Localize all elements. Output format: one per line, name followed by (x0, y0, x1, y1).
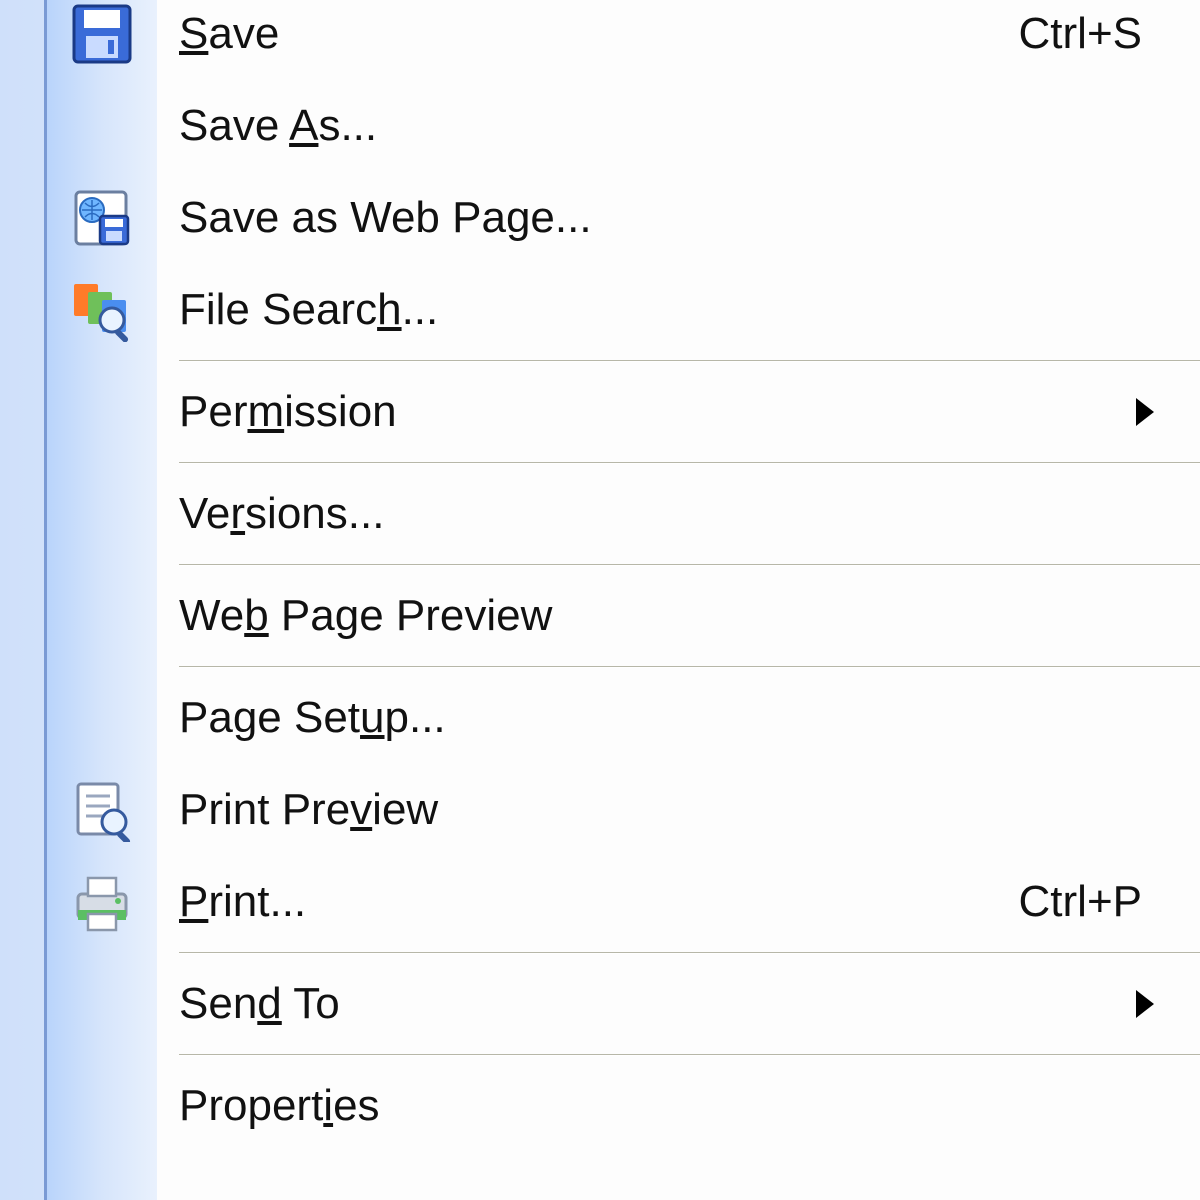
menu-item-label: Save (157, 9, 1019, 59)
menu-item-label: Page Setup... (157, 693, 1200, 743)
blank-slot (47, 80, 157, 172)
menu-item-print[interactable]: Print...Ctrl+P (47, 856, 1200, 948)
menu-item-save-as-web[interactable]: Save as Web Page... (47, 172, 1200, 264)
menu-item-save-as[interactable]: Save As... (47, 80, 1200, 172)
menu-separator (179, 1054, 1200, 1056)
menu-separator (179, 462, 1200, 464)
print-preview-icon-slot (47, 764, 157, 856)
submenu-arrow-icon (1136, 398, 1154, 426)
menu-item-label: Versions... (157, 489, 1200, 539)
file-menu: SaveCtrl+S Save As... Save as Web Page... F… (44, 0, 1200, 1200)
blank-slot (47, 468, 157, 560)
menu-item-label: File Search... (157, 285, 1200, 335)
menu-item-page-setup[interactable]: Page Setup... (47, 672, 1200, 764)
print-preview-icon (70, 778, 134, 842)
save-icon-slot (47, 0, 157, 80)
window-background: SaveCtrl+S Save As... Save as Web Page... F… (0, 0, 1200, 1200)
web-save-icon-slot (47, 172, 157, 264)
file-search-icon (70, 278, 134, 342)
menu-item-save[interactable]: SaveCtrl+S (47, 0, 1200, 80)
menu-item-label: Save as Web Page... (157, 193, 1200, 243)
menu-separator (179, 952, 1200, 954)
menu-item-label: Print... (157, 877, 1019, 927)
menu-item-label: Permission (157, 387, 1136, 437)
menu-separator (179, 360, 1200, 362)
menu-item-print-preview[interactable]: Print Preview (47, 764, 1200, 856)
blank-slot (47, 672, 157, 764)
save-icon (70, 2, 134, 66)
menu-item-shortcut: Ctrl+S (1019, 9, 1200, 59)
blank-slot (47, 366, 157, 458)
menu-item-versions[interactable]: Versions... (47, 468, 1200, 560)
menu-item-label: Web Page Preview (157, 591, 1200, 641)
blank-slot (47, 1060, 157, 1152)
menu-item-send-to[interactable]: Send To (47, 958, 1200, 1050)
menu-item-label: Properties (157, 1081, 1200, 1131)
menu-item-label: Save As... (157, 101, 1200, 151)
print-icon-slot (47, 856, 157, 948)
print-icon (70, 870, 134, 934)
blank-slot (47, 958, 157, 1050)
web-save-icon (70, 186, 134, 250)
menu-separator (179, 564, 1200, 566)
menu-separator (179, 666, 1200, 668)
menu-item-permission[interactable]: Permission (47, 366, 1200, 458)
blank-slot (47, 570, 157, 662)
menu-item-web-preview[interactable]: Web Page Preview (47, 570, 1200, 662)
menu-item-label: Send To (157, 979, 1136, 1029)
menu-item-file-search[interactable]: File Search... (47, 264, 1200, 356)
menu-item-label: Print Preview (157, 785, 1200, 835)
menu-item-shortcut: Ctrl+P (1019, 877, 1200, 927)
file-search-icon-slot (47, 264, 157, 356)
menu-item-properties[interactable]: Properties (47, 1060, 1200, 1152)
submenu-arrow-icon (1136, 990, 1154, 1018)
